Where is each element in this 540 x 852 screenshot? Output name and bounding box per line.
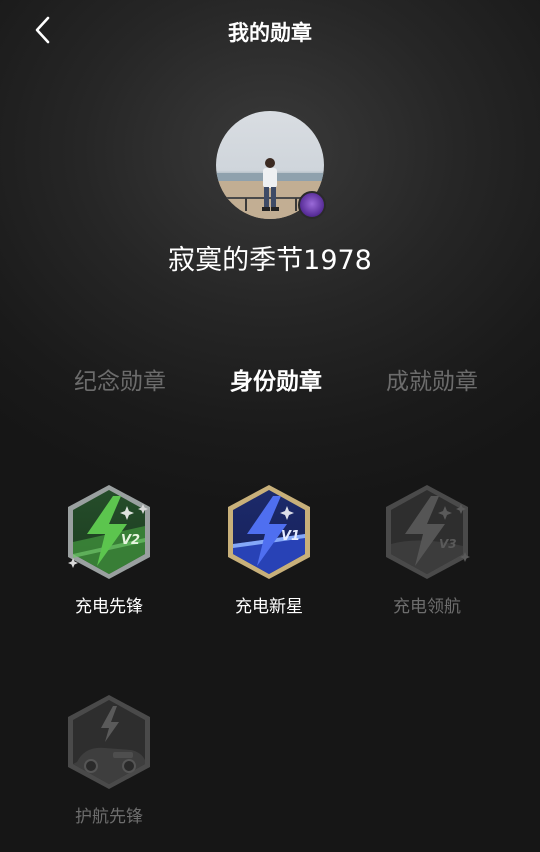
- car-badge-locked-icon: [68, 695, 150, 789]
- badge-label: 充电先锋: [75, 597, 143, 617]
- lightning-badge-blue-icon: V1: [228, 485, 310, 579]
- header-bar: 我的勋章: [0, 0, 540, 62]
- page-title: 我的勋章: [228, 21, 312, 45]
- badge-label: 充电领航: [393, 597, 461, 617]
- badge-charging-pioneer[interactable]: V2 充电先锋: [44, 482, 174, 617]
- tab-achievement[interactable]: 成就勋章: [362, 362, 502, 396]
- badge-charging-pilot[interactable]: V3 充电领航: [362, 482, 492, 617]
- badge-charging-star[interactable]: V1 充电新星: [204, 482, 334, 617]
- lightning-badge-green-icon: V2: [68, 485, 150, 579]
- svg-text:V1: V1: [281, 529, 300, 544]
- badge-label: 护航先锋: [75, 807, 143, 827]
- vip-badge-icon: [298, 191, 326, 219]
- username: 寂寞的季节1978: [168, 245, 372, 276]
- svg-text:V3: V3: [439, 537, 457, 551]
- tab-memorial[interactable]: 纪念勋章: [50, 362, 190, 396]
- svg-text:V2: V2: [121, 533, 140, 548]
- badge-label: 充电新星: [235, 597, 303, 617]
- badge-tabs: 纪念勋章 身份勋章 成就勋章: [0, 362, 540, 402]
- badge-escort-pioneer[interactable]: 护航先锋: [44, 692, 174, 827]
- tab-identity[interactable]: 身份勋章: [206, 362, 346, 396]
- lightning-badge-locked-icon: V3: [386, 485, 470, 579]
